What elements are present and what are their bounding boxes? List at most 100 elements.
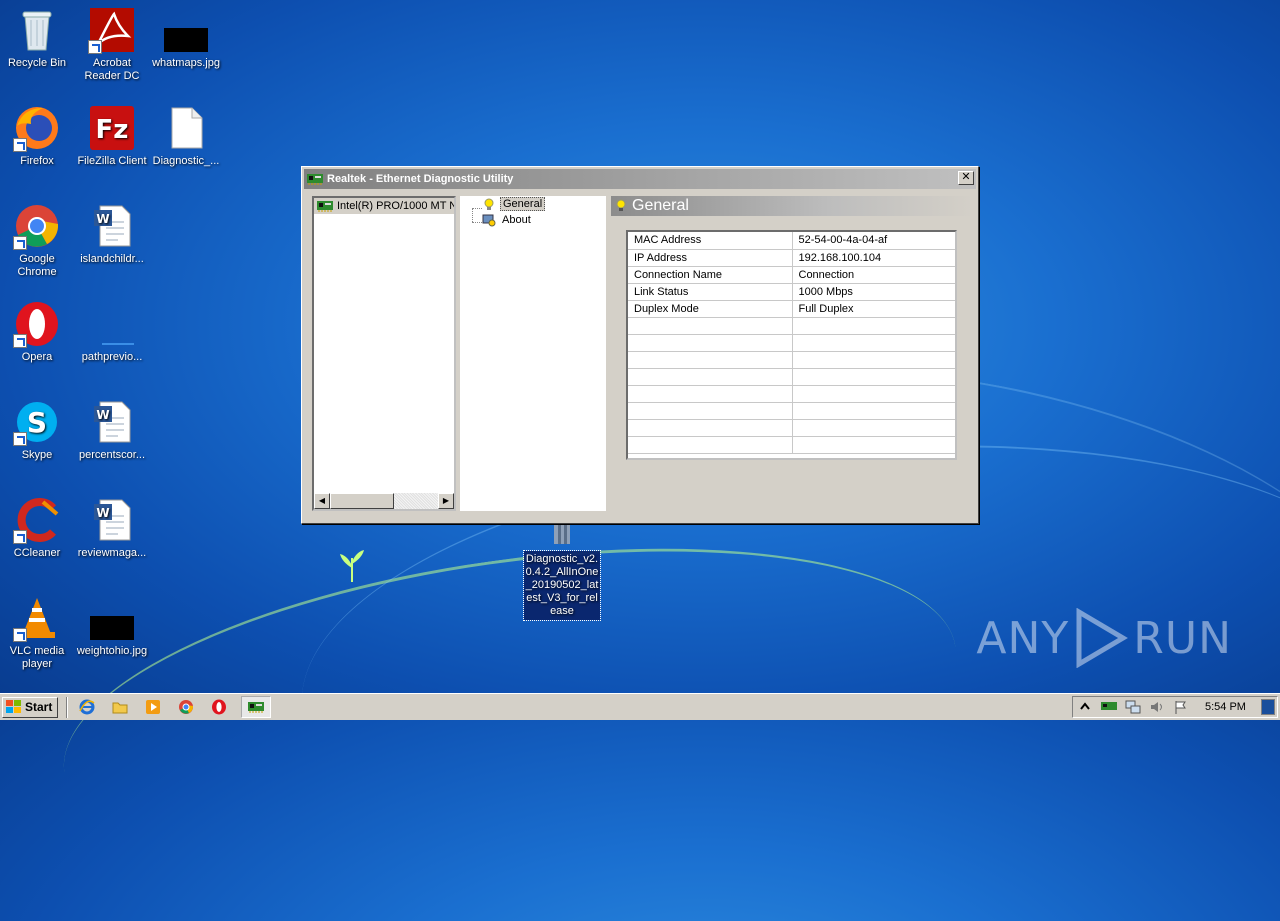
lightbulb-icon xyxy=(616,199,626,211)
property-value: Connection xyxy=(792,266,955,284)
desktop-icon-islandchildr[interactable]: W islandchildr... xyxy=(75,202,149,266)
scroll-track[interactable] xyxy=(394,493,438,509)
desktop-icon-chrome[interactable]: Google Chrome xyxy=(0,202,74,279)
property-key: IP Address xyxy=(628,249,793,267)
desktop-icon-skype[interactable]: S Skype xyxy=(0,398,74,462)
desktop-icon-reviewmaga[interactable]: W reviewmaga... xyxy=(75,496,149,560)
media-player-icon[interactable] xyxy=(142,696,164,718)
clock[interactable]: 5:54 PM xyxy=(1205,701,1246,713)
desktop-icon-weightohio[interactable]: weightohio.jpg xyxy=(75,594,149,658)
desktop-icon-diagnostic-exe[interactable]: Diagnostic_v2.0.4.2_AllInOne_20190502_la… xyxy=(523,520,601,621)
chrome-icon xyxy=(13,202,61,250)
diagnostic-app-icon xyxy=(538,520,586,548)
desktop-icon-vlc[interactable]: VLC media player xyxy=(0,594,74,671)
properties-grid: MAC Address 52-54-00-4a-04-af IP Address… xyxy=(626,230,957,460)
adapter-item[interactable]: Intel(R) PRO/1000 MT Network Connection xyxy=(314,198,454,214)
empty-row xyxy=(628,402,955,420)
opera-icon xyxy=(13,300,61,348)
tray-network-icon[interactable] xyxy=(1125,700,1141,714)
wallpaper-leaf-icon xyxy=(340,550,364,582)
desktop-icon-percentscor[interactable]: W percentscor... xyxy=(75,398,149,462)
empty-row xyxy=(628,351,955,369)
svg-text:W: W xyxy=(96,212,109,226)
property-key: Link Status xyxy=(628,283,793,301)
table-row: MAC Address 52-54-00-4a-04-af xyxy=(628,232,955,250)
action-center-flag-icon[interactable] xyxy=(1173,700,1189,714)
scroll-right-button[interactable]: ▶ xyxy=(438,493,454,509)
desktop-icon-filezilla[interactable]: Fz FileZilla Client xyxy=(75,104,149,168)
tray-expand-icon[interactable] xyxy=(1077,700,1093,714)
file-icon xyxy=(88,300,136,348)
firefox-icon xyxy=(13,104,61,152)
svg-text:W: W xyxy=(96,408,109,422)
empty-row xyxy=(628,368,955,386)
image-file-thumbnail xyxy=(162,6,210,54)
about-gear-icon xyxy=(482,214,496,227)
horizontal-scrollbar[interactable]: ◀ ▶ xyxy=(314,493,454,509)
window-titlebar[interactable]: Realtek - Ethernet Diagnostic Utility ✕ xyxy=(304,169,976,189)
anyrun-watermark: ANY RUN xyxy=(976,608,1232,668)
chrome-icon[interactable] xyxy=(175,696,197,718)
volume-icon[interactable] xyxy=(1149,700,1165,714)
table-row: Link Status 1000 Mbps xyxy=(628,283,955,301)
desktop-icon-opera[interactable]: Opera xyxy=(0,300,74,364)
diagnostic-window: Realtek - Ethernet Diagnostic Utility ✕ … xyxy=(301,166,979,524)
lightbulb-icon xyxy=(484,198,494,210)
table-row: Duplex Mode Full Duplex xyxy=(628,300,955,318)
vlc-cone-icon xyxy=(13,594,61,642)
show-desktop-button[interactable] xyxy=(1261,699,1275,715)
property-value: 52-54-00-4a-04-af xyxy=(792,232,955,250)
taskbar-separator xyxy=(66,696,69,718)
adapter-name: Intel(R) PRO/1000 MT Network Connection xyxy=(337,200,454,212)
desktop-icon-diagnostic-file[interactable]: Diagnostic_... xyxy=(149,104,223,168)
section-header: General xyxy=(611,196,974,216)
tray-network-card-icon[interactable] xyxy=(1101,700,1117,714)
desktop-icon-pathprevio[interactable]: pathprevio... xyxy=(75,300,149,364)
desktop-icon-recycle-bin[interactable]: Recycle Bin xyxy=(0,6,74,70)
start-button[interactable]: Start xyxy=(2,696,59,718)
empty-row xyxy=(628,436,955,454)
tree-connector xyxy=(472,222,482,223)
network-card-icon xyxy=(317,201,333,212)
svg-text:S: S xyxy=(27,406,47,439)
close-button[interactable]: ✕ xyxy=(958,171,974,185)
desktop-icon-firefox[interactable]: Firefox xyxy=(0,104,74,168)
property-key: MAC Address xyxy=(628,232,793,250)
word-document-icon: W xyxy=(88,398,136,446)
tree-item-about[interactable]: About xyxy=(482,213,533,227)
desktop-icon-whatmaps[interactable]: whatmaps.jpg xyxy=(149,6,223,70)
desktop-icon-ccleaner[interactable]: CCleaner xyxy=(0,496,74,560)
svg-text:W: W xyxy=(96,506,109,520)
property-value: Full Duplex xyxy=(792,300,955,318)
empty-row xyxy=(628,419,955,437)
folder-icon[interactable] xyxy=(109,696,131,718)
desktop-icon-acrobat[interactable]: Acrobat Reader DC xyxy=(75,6,149,83)
empty-row xyxy=(628,334,955,352)
adapter-list[interactable]: Intel(R) PRO/1000 MT Network Connection … xyxy=(312,196,456,511)
skype-icon: S xyxy=(13,398,61,446)
network-card-icon xyxy=(307,174,323,185)
tree-connector xyxy=(472,208,482,209)
table-row: IP Address 192.168.100.104 xyxy=(628,249,955,267)
scroll-thumb[interactable] xyxy=(330,493,394,509)
realtek-diagnostic-taskbar-button[interactable] xyxy=(241,696,272,718)
window-title: Realtek - Ethernet Diagnostic Utility xyxy=(327,173,514,185)
tree-item-general[interactable]: General xyxy=(482,197,546,211)
word-document-icon: W xyxy=(88,202,136,250)
section-title: General xyxy=(632,197,689,214)
empty-row xyxy=(628,385,955,403)
windows-logo-icon xyxy=(6,700,21,713)
word-document-icon: W xyxy=(88,496,136,544)
scroll-left-button[interactable]: ◀ xyxy=(314,493,330,509)
image-file-thumbnail xyxy=(88,594,136,642)
network-card-icon xyxy=(248,702,265,713)
internet-explorer-icon[interactable] xyxy=(76,696,98,718)
table-row: Connection Name Connection xyxy=(628,266,955,284)
svg-text:Fz: Fz xyxy=(96,115,129,145)
filezilla-icon: Fz xyxy=(88,104,136,152)
empty-row xyxy=(628,317,955,335)
recycle-bin-icon xyxy=(13,6,61,54)
taskbar: Start 5:54 PM xyxy=(0,693,1280,720)
category-tree: General About xyxy=(460,196,606,511)
opera-icon[interactable] xyxy=(208,696,230,718)
